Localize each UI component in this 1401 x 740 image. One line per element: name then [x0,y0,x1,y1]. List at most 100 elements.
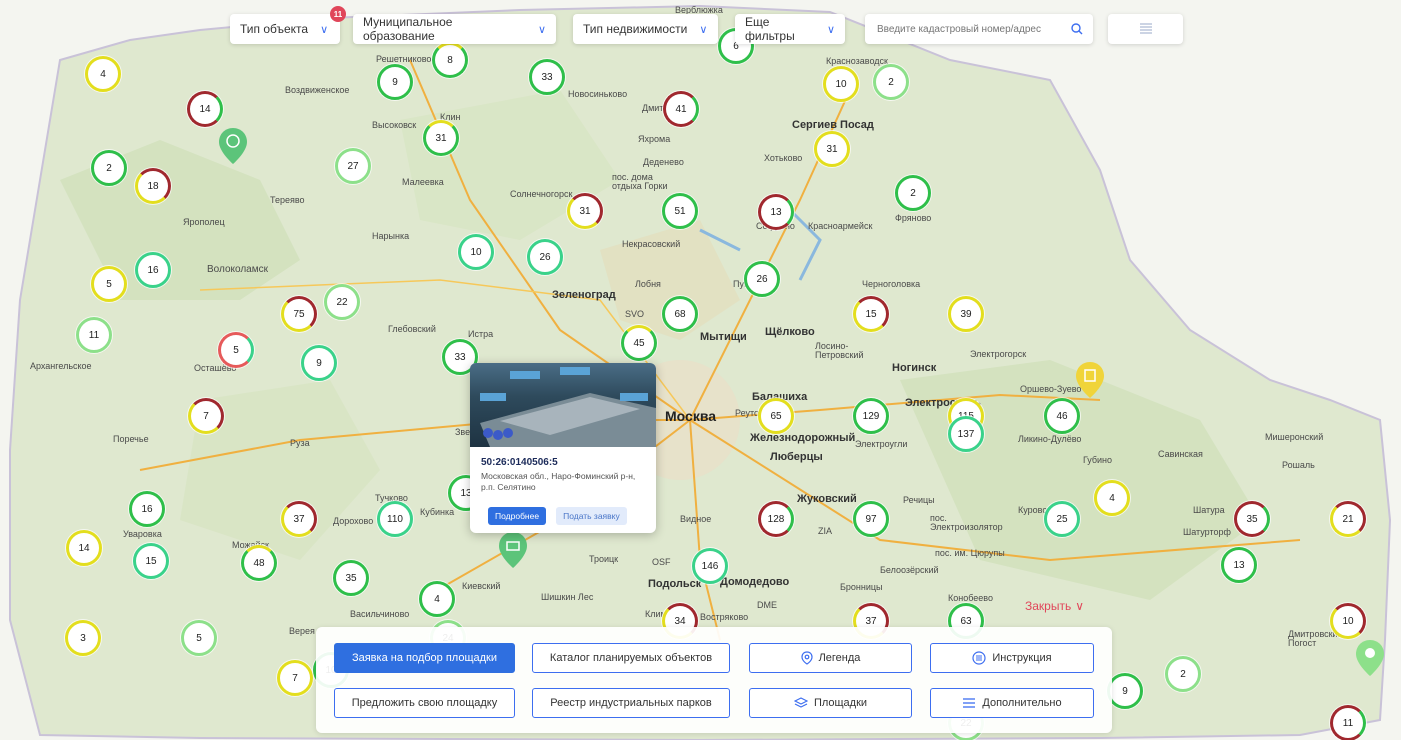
object-cluster[interactable]: 15 [133,543,169,579]
object-cluster[interactable]: 110 [377,501,413,537]
object-cluster[interactable]: 11 [1330,705,1366,740]
object-cluster[interactable]: 5 [181,620,217,656]
more-filters-button[interactable]: Еще фильтры ∨ [735,14,845,44]
building-pin-icon[interactable] [1076,362,1104,398]
menu-icon [963,698,976,708]
object-cluster[interactable]: 5 [218,332,254,368]
place-label: Троицк [589,554,619,564]
object-cluster[interactable]: 37 [281,501,317,537]
object-cluster[interactable]: 26 [527,239,563,275]
place-label: SVO [625,309,645,319]
object-cluster[interactable]: 65 [758,398,794,434]
object-cluster[interactable]: 33 [529,59,565,95]
object-cluster[interactable]: 68 [662,296,698,332]
place-label: пос. Электроизолятор [930,513,1003,532]
object-cluster[interactable]: 31 [814,131,850,167]
property-type-filter[interactable]: Тип недвижимости ∨ [573,14,718,44]
object-cluster[interactable]: 9 [377,64,413,100]
sites-button[interactable]: Площадки [749,688,912,718]
site-selection-request-button[interactable]: Заявка на подбор площадки [334,643,515,673]
object-cluster[interactable]: 26 [744,261,780,297]
object-cluster[interactable]: 4 [419,581,455,617]
object-cluster[interactable]: 97 [853,501,889,537]
object-cluster[interactable]: 9 [1107,673,1143,709]
object-cluster[interactable]: 4 [1094,480,1130,516]
details-button[interactable]: Подробнее [488,507,547,525]
object-cluster[interactable]: 128 [758,501,794,537]
object-cluster[interactable]: 18 [135,168,171,204]
object-cluster[interactable]: 51 [662,193,698,229]
close-panel-button[interactable]: Закрыть ∨ [1025,599,1084,613]
object-cluster[interactable]: 27 [335,148,371,184]
object-cluster[interactable]: 2 [895,175,931,211]
municipality-filter[interactable]: Муниципальное образование ∨ [353,14,556,44]
object-cluster[interactable]: 10 [1330,603,1366,639]
place-label: Мишеронский [1265,432,1324,442]
object-cluster[interactable]: 2 [91,150,127,186]
map-pin-icon[interactable] [219,128,247,164]
object-cluster[interactable]: 15 [853,296,889,332]
object-cluster[interactable]: 13 [1221,547,1257,583]
object-cluster[interactable]: 13 [758,194,794,230]
object-cluster[interactable]: 35 [333,560,369,596]
object-cluster[interactable]: 25 [1044,501,1080,537]
place-label: Подольск [648,578,702,590]
object-cluster[interactable]: 16 [135,252,171,288]
search-icon[interactable] [1071,23,1083,35]
list-icon [1139,23,1152,34]
place-label: Ярополец [183,217,225,227]
search-input[interactable] [875,22,1064,36]
object-cluster[interactable]: 146 [692,548,728,584]
object-cluster[interactable]: 46 [1044,398,1080,434]
factory-pin-icon[interactable] [499,532,527,568]
object-cluster[interactable]: 14 [66,530,102,566]
list-view-button[interactable] [1108,14,1183,44]
object-cluster[interactable]: 137 [948,416,984,452]
button-label: Заявка на подбор площадки [351,652,498,664]
instruction-button[interactable]: Инструкция [930,643,1094,673]
legend-button[interactable]: Легенда [749,643,912,673]
planned-objects-catalog-button[interactable]: Каталог планируемых объектов [532,643,730,673]
object-cluster[interactable]: 2 [1165,656,1201,692]
object-cluster[interactable]: 45 [621,325,657,361]
chevron-down-icon: ∨ [1075,599,1085,613]
object-cluster[interactable]: 75 [281,296,317,332]
place-label: Электроугли [855,439,908,449]
object-cluster[interactable]: 22 [324,284,360,320]
object-cluster[interactable]: 5 [91,266,127,302]
object-cluster[interactable]: 41 [663,91,699,127]
object-cluster[interactable]: 4 [85,56,121,92]
place-label: Васильчиново [350,609,410,619]
apply-button[interactable]: Подать заявку [556,507,627,525]
button-label: Каталог планируемых объектов [549,652,713,664]
place-label: Фряново [895,213,932,223]
object-cluster[interactable]: 10 [458,234,494,270]
object-cluster[interactable]: 129 [853,398,889,434]
place-label: Деденево [643,157,684,167]
additional-button[interactable]: Дополнительно [930,688,1094,718]
object-type-filter[interactable]: Тип объекта ∨ [230,14,340,44]
object-cluster[interactable]: 21 [1330,501,1366,537]
object-cluster[interactable]: 31 [567,193,603,229]
propose-site-button[interactable]: Предложить свою площадку [334,688,515,718]
industrial-parks-registry-button[interactable]: Реестр индустриальных парков [532,688,730,718]
object-cluster[interactable]: 10 [823,66,859,102]
object-cluster[interactable]: 31 [423,120,459,156]
place-label: Речицы [903,495,935,505]
object-cluster[interactable]: 11 [76,317,112,353]
object-cluster[interactable]: 16 [129,491,165,527]
object-cluster[interactable]: 2 [873,64,909,100]
object-cluster[interactable]: 9 [301,345,337,381]
sun-pin-icon[interactable] [1356,640,1384,676]
object-cluster[interactable]: 8 [432,42,468,78]
place-label: Уваровка [123,529,162,539]
object-cluster[interactable]: 48 [241,545,277,581]
place-label: Шатура [1193,505,1225,515]
object-cluster[interactable]: 39 [948,296,984,332]
object-cluster[interactable]: 3 [65,620,101,656]
object-cluster[interactable]: 7 [277,660,313,696]
layers-icon [793,697,808,708]
object-cluster[interactable]: 14 [187,91,223,127]
object-cluster[interactable]: 35 [1234,501,1270,537]
object-cluster[interactable]: 7 [188,398,224,434]
